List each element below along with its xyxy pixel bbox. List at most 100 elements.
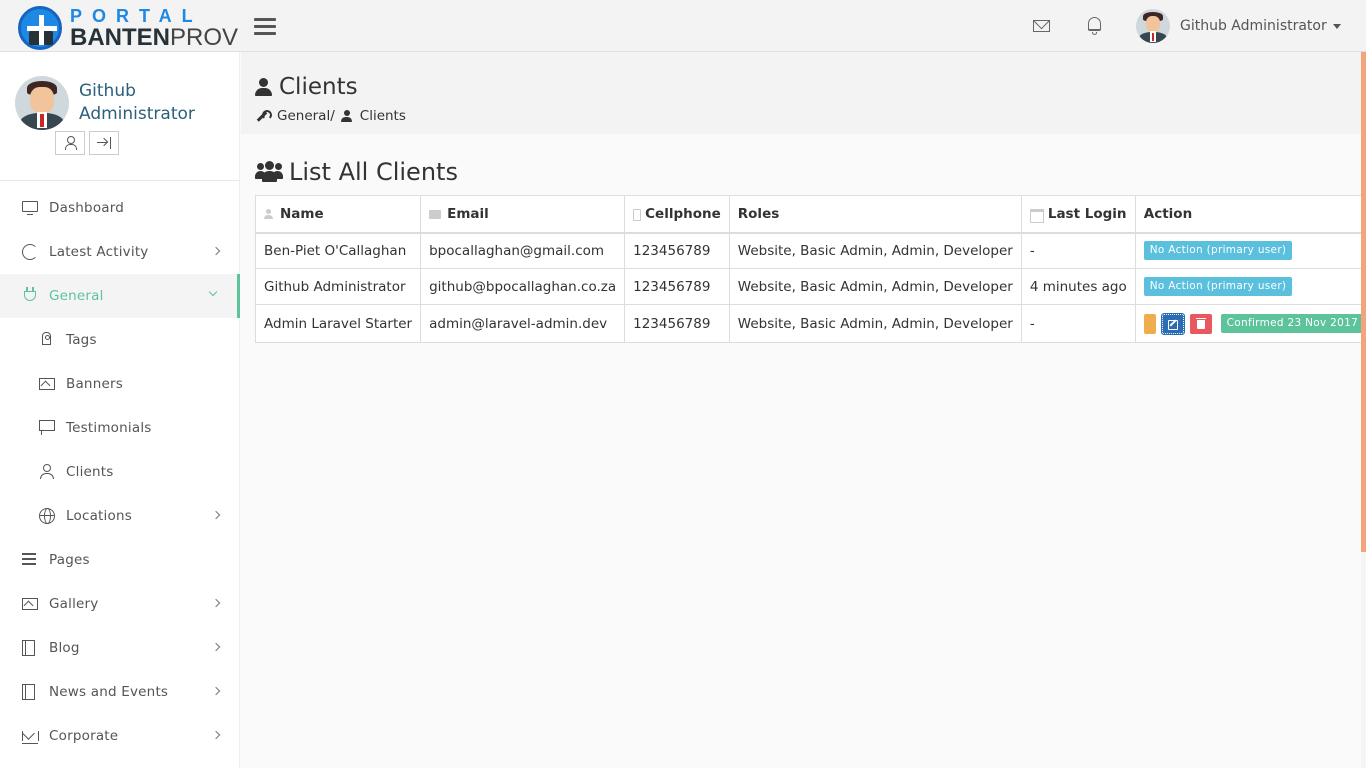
menu-lines-icon — [22, 552, 38, 568]
table-row: Ben-Piet O'Callaghan bpocallaghan@gmail.… — [254, 232, 1366, 269]
sidebar-item-gallery[interactable]: Gallery — [0, 582, 240, 626]
logo-text-bottom: BANTENPROV — [70, 24, 239, 51]
cell-roles: Website, Basic Admin, Admin, Developer — [728, 268, 1022, 305]
sidebar-item-label: Pages — [49, 552, 90, 568]
plug-icon — [24, 287, 36, 301]
chevron-right-icon — [211, 510, 221, 520]
user-icon — [255, 78, 272, 96]
breadcrumb-clients: Clients — [359, 108, 406, 124]
sidebar-item-label: Testimonials — [66, 420, 152, 436]
list-title-text: List All Clients — [289, 158, 458, 186]
profile-button[interactable] — [55, 131, 85, 155]
status-badge: Confirmed 23 Nov 2017 — [1220, 314, 1365, 333]
chat-icon — [39, 420, 55, 435]
sidebar-profile: Github Administrator — [0, 52, 239, 181]
column-header-last-login[interactable]: Last Login — [1020, 195, 1136, 234]
sidebar-item-label: Blog — [49, 640, 80, 656]
cell-roles: Website, Basic Admin, Admin, Developer — [728, 304, 1022, 343]
breadcrumb-general[interactable]: General/ — [277, 108, 335, 124]
sidebar-item-blog[interactable]: Blog — [0, 626, 240, 670]
delete-button[interactable] — [1190, 313, 1213, 334]
image-icon — [22, 598, 38, 610]
breadcrumb: General/ Clients — [255, 108, 406, 124]
mail-icon — [429, 209, 442, 219]
sidebar-nav: Dashboard Latest Activity General Tags B… — [0, 186, 240, 758]
impersonate-button[interactable] — [1143, 313, 1156, 334]
sidebar-item-general[interactable]: General — [0, 274, 240, 318]
sidebar-item-label: Tags — [66, 332, 97, 348]
chevron-down-icon — [208, 287, 218, 297]
user-icon — [264, 208, 274, 219]
cell-last-login: 4 minutes ago — [1020, 268, 1136, 305]
sidebar-item-label: Clients — [66, 464, 114, 480]
user-dropdown[interactable]: Github Administrator — [1136, 9, 1341, 43]
table-row: Admin Laravel Starter admin@laravel-admi… — [254, 304, 1366, 343]
caret-down-icon — [1332, 23, 1341, 29]
sidebar-item-news-and-events[interactable]: News and Events — [0, 670, 240, 714]
mail-icon[interactable] — [1032, 16, 1052, 36]
page-header: Clients General/ Clients — [241, 52, 1361, 134]
sidebar-item-label: General — [49, 288, 104, 304]
calendar-icon — [1029, 208, 1044, 223]
chevron-right-icon — [211, 246, 221, 256]
user-icon — [65, 136, 77, 150]
top-navbar: PORTAL BANTENPROV Github Administrator — [0, 0, 1366, 52]
sidebar-item-tags[interactable]: Tags — [0, 318, 240, 362]
image-icon — [39, 378, 55, 390]
book-icon — [22, 684, 35, 700]
logout-icon — [97, 137, 112, 149]
column-header-action: Action — [1134, 195, 1366, 234]
users-icon — [255, 161, 283, 183]
chevron-right-icon — [211, 598, 221, 608]
sidebar-item-label: Locations — [66, 508, 132, 524]
profile-name[interactable]: Github Administrator — [79, 80, 229, 126]
sidebar-item-label: Corporate — [49, 728, 119, 744]
sidebar-item-label: Banners — [66, 376, 123, 392]
sidebar-item-testimonials[interactable]: Testimonials — [0, 406, 240, 450]
sidebar-item-corporate[interactable]: Corporate — [0, 714, 240, 758]
crown-icon — [22, 728, 39, 744]
phone-icon — [633, 208, 642, 221]
portal-logo[interactable]: PORTAL BANTENPROV — [18, 6, 238, 51]
sidebar-item-label: Gallery — [49, 596, 99, 612]
column-header-name[interactable]: Name — [254, 195, 422, 234]
sidebar-item-dashboard[interactable]: Dashboard — [0, 186, 240, 230]
globe-icon — [39, 508, 55, 524]
sidebar-item-clients[interactable]: Clients — [0, 450, 240, 494]
sidebar-item-label: Dashboard — [49, 200, 125, 216]
sidebar-item-latest-activity[interactable]: Latest Activity — [0, 230, 240, 274]
bell-icon[interactable] — [1085, 16, 1105, 36]
column-header-cellphone[interactable]: Cellphone — [624, 195, 730, 234]
profile-avatar — [15, 76, 69, 130]
sidebar-item-locations[interactable]: Locations — [0, 494, 240, 538]
cell-email: bpocallaghan@gmail.com — [420, 232, 626, 269]
edit-button[interactable] — [1161, 312, 1186, 335]
cell-cellphone: 123456789 — [624, 304, 730, 343]
list-title: List All Clients — [255, 158, 458, 186]
scrollbar-thumb[interactable] — [1361, 52, 1366, 552]
cell-last-login: - — [1020, 232, 1136, 269]
clients-table: Name Email Cellphone Roles Last Login Ac… — [254, 195, 1366, 343]
menu-toggle-icon[interactable] — [254, 18, 276, 36]
sidebar: Github Administrator Dashboard Latest Ac… — [0, 52, 240, 768]
chevron-right-icon — [211, 686, 221, 696]
monitor-icon — [22, 201, 38, 216]
sidebar-item-banners[interactable]: Banners — [0, 362, 240, 406]
avatar — [1136, 9, 1170, 43]
table-header-row: Name Email Cellphone Roles Last Login Ac… — [254, 195, 1366, 234]
cell-email: github@bpocallaghan.co.za — [420, 268, 626, 305]
plug-icon — [255, 110, 272, 122]
column-header-email[interactable]: Email — [420, 195, 626, 234]
table-row: Github Administrator github@bpocallaghan… — [254, 268, 1366, 305]
cell-action: No Action (primary user) — [1134, 232, 1366, 269]
user-name: Github Administrator — [1180, 18, 1327, 34]
column-header-roles[interactable]: Roles — [728, 195, 1022, 234]
cell-cellphone: 123456789 — [624, 232, 730, 269]
cell-action: No Action (primary user) — [1134, 268, 1366, 305]
sidebar-item-pages[interactable]: Pages — [0, 538, 240, 582]
cell-cellphone: 123456789 — [624, 268, 730, 305]
cell-email: admin@laravel-admin.dev — [420, 304, 626, 343]
refresh-icon — [22, 244, 38, 260]
sidebar-item-label: News and Events — [49, 684, 169, 700]
logout-button[interactable] — [89, 131, 119, 155]
